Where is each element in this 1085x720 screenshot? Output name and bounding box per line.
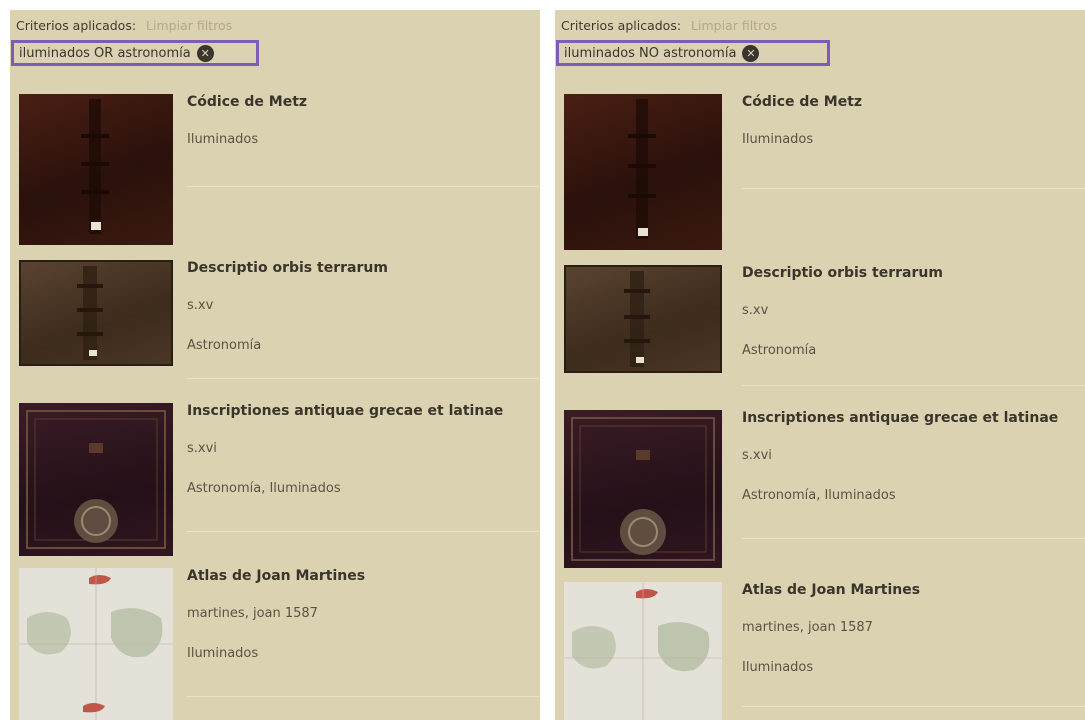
- result-title[interactable]: Códice de Metz: [742, 94, 1085, 114]
- result-date: s.xv: [187, 298, 214, 313]
- result-date: s.xvi: [742, 448, 772, 463]
- result-author: martines, joan 1587: [742, 620, 873, 635]
- result-date: s.xvi: [187, 441, 217, 456]
- clear-filters-link[interactable]: Limpiar filtros: [691, 18, 777, 33]
- map-thumbnail[interactable]: [19, 568, 173, 720]
- applied-criteria: Criterios aplicados: Limpiar filtros: [561, 18, 777, 33]
- results-panel-right: Criterios aplicados: Limpiar filtros ilu…: [555, 10, 1085, 720]
- result-info: Descriptio orbis terrarum s.xv Astronomí…: [187, 260, 540, 356]
- book-cover-thumbnail[interactable]: [19, 403, 173, 556]
- open-binding-image: [77, 266, 103, 360]
- close-circle-icon[interactable]: ✕: [196, 44, 214, 62]
- world-map-image: [564, 582, 722, 720]
- active-filter-chip: iluminados OR astronomía ✕: [11, 40, 259, 66]
- leather-binding-image: [628, 99, 656, 239]
- separator: [742, 706, 1085, 707]
- open-binding-image: [624, 271, 650, 367]
- result-info: Códice de Metz Iluminados: [187, 94, 540, 150]
- result-title[interactable]: Inscriptiones antiquae grecae et latinae: [742, 410, 1085, 430]
- book-cover-thumbnail[interactable]: [19, 94, 173, 245]
- world-map-image: [19, 568, 173, 720]
- result-info: Códice de Metz Iluminados: [742, 94, 1085, 150]
- book-cover-thumbnail[interactable]: [19, 260, 173, 366]
- ornate-cover-image: [571, 417, 715, 561]
- filter-chip-label: iluminados NO astronomía: [564, 45, 737, 61]
- criteria-label: Criterios aplicados:: [561, 18, 682, 33]
- result-info: Atlas de Joan Martines martines, joan 15…: [742, 582, 1085, 678]
- separator: [187, 186, 540, 187]
- result-title[interactable]: Descriptio orbis terrarum: [742, 265, 1085, 285]
- leather-binding-image: [81, 99, 109, 234]
- result-category: Iluminados: [742, 132, 814, 147]
- applied-criteria: Criterios aplicados: Limpiar filtros: [16, 18, 232, 33]
- result-title[interactable]: Códice de Metz: [187, 94, 540, 114]
- filter-chip-label: iluminados OR astronomía: [19, 45, 191, 61]
- clear-filters-link[interactable]: Limpiar filtros: [146, 18, 232, 33]
- result-author: martines, joan 1587: [187, 606, 318, 621]
- result-category: Iluminados: [742, 660, 814, 675]
- result-info: Inscriptiones antiquae grecae et latinae…: [187, 403, 540, 499]
- result-category: Astronomía, Iluminados: [187, 481, 341, 496]
- active-filter-chip: iluminados NO astronomía ✕: [556, 40, 830, 66]
- separator: [742, 188, 1085, 189]
- book-cover-thumbnail[interactable]: [564, 410, 722, 568]
- result-title[interactable]: Atlas de Joan Martines: [187, 568, 540, 588]
- result-title[interactable]: Atlas de Joan Martines: [742, 582, 1085, 602]
- book-cover-thumbnail[interactable]: [564, 94, 722, 250]
- criteria-label: Criterios aplicados:: [16, 18, 137, 33]
- results-panel-left: Criterios aplicados: Limpiar filtros ilu…: [10, 10, 540, 720]
- separator: [742, 385, 1085, 386]
- map-thumbnail[interactable]: [564, 582, 722, 720]
- result-info: Atlas de Joan Martines martines, joan 15…: [187, 568, 540, 664]
- separator: [187, 696, 540, 697]
- result-category: Astronomía: [187, 338, 262, 353]
- ornate-cover-image: [26, 410, 166, 549]
- result-info: Inscriptiones antiquae grecae et latinae…: [742, 410, 1085, 506]
- separator: [187, 531, 540, 532]
- result-info: Descriptio orbis terrarum s.xv Astronomí…: [742, 265, 1085, 361]
- result-title[interactable]: Inscriptiones antiquae grecae et latinae: [187, 403, 540, 423]
- separator: [742, 538, 1085, 539]
- book-cover-thumbnail[interactable]: [564, 265, 722, 373]
- result-category: Astronomía: [742, 343, 817, 358]
- result-date: s.xv: [742, 303, 769, 318]
- result-title[interactable]: Descriptio orbis terrarum: [187, 260, 540, 280]
- result-category: Iluminados: [187, 646, 259, 661]
- result-category: Iluminados: [187, 132, 259, 147]
- separator: [187, 378, 540, 379]
- result-category: Astronomía, Iluminados: [742, 488, 896, 503]
- close-circle-icon[interactable]: ✕: [742, 44, 760, 62]
